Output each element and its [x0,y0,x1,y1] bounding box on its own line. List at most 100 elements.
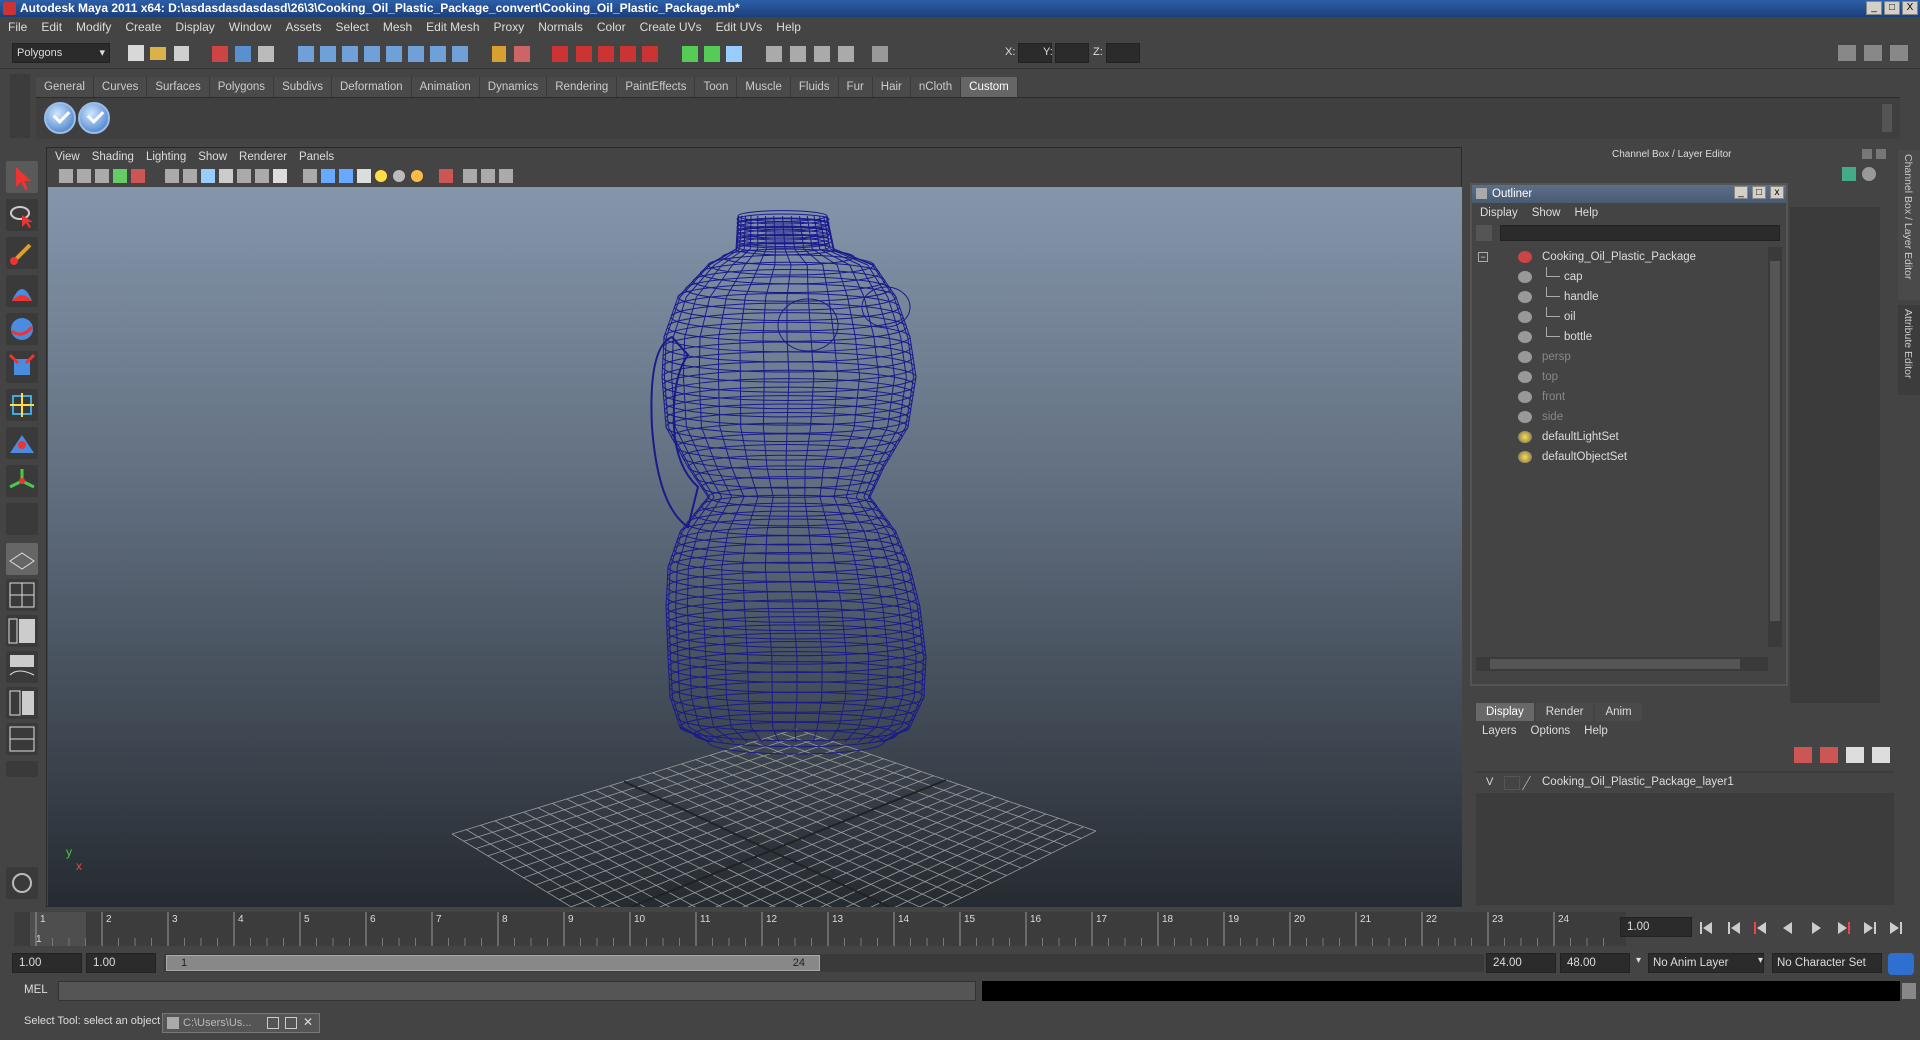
close-button[interactable]: X [1902,1,1918,15]
layer-menu-options[interactable]: Options [1531,725,1571,737]
playback-start-field[interactable]: 1.00 [86,953,156,973]
outliner-maximize-button[interactable]: □ [1752,186,1766,199]
custom-shelf-check-icon[interactable] [78,102,110,134]
maximize-icon[interactable] [285,1017,297,1029]
outliner-vertical-scrollbar[interactable] [1768,247,1782,647]
layer-visibility-toggle[interactable]: V [1486,776,1493,788]
taskbar-item[interactable]: C:\Users\Us... ✕ [162,1013,320,1033]
restore-icon[interactable] [267,1017,279,1029]
show-attribute-editor-icon[interactable] [1838,45,1856,61]
outliner-search-input[interactable] [1500,225,1780,241]
range-track[interactable]: 1 24 [164,954,1484,972]
layer-tab-anim[interactable]: Anim [1595,703,1642,721]
menu-proxy[interactable]: Proxy [494,20,525,34]
shelf-tab-animation[interactable]: Animation [411,77,480,97]
outliner-item[interactable]: side [1476,407,1766,427]
outliner-menu-display[interactable]: Display [1480,203,1518,223]
z-field[interactable] [1106,43,1140,63]
menu-assets[interactable]: Assets [285,20,321,34]
show-channel-box-icon[interactable] [1890,45,1908,61]
shelf-tab-custom[interactable]: Custom [961,77,1018,97]
scale-tool-icon[interactable] [6,351,38,383]
outliner-item[interactable]: defaultObjectSet [1476,447,1766,467]
shelf-tab-rendering[interactable]: Rendering [547,77,618,97]
move-tool-icon[interactable] [6,275,38,307]
outliner-item[interactable]: front [1476,387,1766,407]
y-field[interactable] [1055,43,1089,63]
viewport-menu-shading[interactable]: Shading [92,151,134,163]
outliner-minimize-button[interactable]: _ [1734,186,1748,199]
menu-help[interactable]: Help [776,20,801,34]
playback-end-field[interactable]: 24.00 [1486,953,1556,973]
maximize-button[interactable]: □ [1884,1,1900,15]
shelf-tab-surfaces[interactable]: Surfaces [147,77,210,97]
side-tab-attribute-editor[interactable]: Attribute Editor [1898,305,1920,395]
layer-menu-help[interactable]: Help [1584,725,1608,737]
shelf-tab-fur[interactable]: Fur [838,77,873,97]
current-frame-field[interactable]: 1.00 [1620,917,1692,937]
menu-window[interactable]: Window [229,20,272,34]
animation-end-field[interactable]: 48.00 [1560,953,1630,973]
float-panel-icon[interactable] [1862,149,1872,159]
menu-display[interactable]: Display [175,20,214,34]
outliner-title-bar[interactable]: Outliner _ □ x [1472,185,1786,203]
persp-outliner-layout-icon[interactable] [6,615,38,647]
toolbox-more-icon[interactable] [6,761,38,777]
soft-modification-tool-icon[interactable] [6,427,38,459]
custom-shelf-check-icon[interactable] [44,102,76,134]
create-layer-from-selected-icon[interactable] [1872,747,1890,763]
outliner-item[interactable]: top [1476,367,1766,387]
shelf-tab-curves[interactable]: Curves [93,77,148,97]
menu-create[interactable]: Create [125,20,161,34]
viewport-menu-panels[interactable]: Panels [299,151,334,163]
outliner-item[interactable]: cap [1476,267,1766,287]
auto-keyframe-icon[interactable] [1888,953,1914,975]
layer-tab-display[interactable]: Display [1476,703,1534,721]
menu-mesh[interactable]: Mesh [383,20,412,34]
menu-edit[interactable]: Edit [41,20,62,34]
menu-set-dropdown[interactable]: Polygons ▾ [12,43,110,63]
menu-create-uvs[interactable]: Create UVs [640,20,702,34]
shelf-tab-dynamics[interactable]: Dynamics [479,77,548,97]
shelf-menu-handle[interactable] [10,74,30,138]
persp-graph-layout-icon[interactable] [6,651,38,683]
single-perspective-layout-icon[interactable] [6,543,38,575]
outliner-menu-show[interactable]: Show [1532,203,1561,223]
viewport-menu-view[interactable]: View [55,151,80,163]
minimize-button[interactable]: _ [1866,1,1882,15]
move-layer-up-icon[interactable] [1794,747,1812,763]
viewport-menu-show[interactable]: Show [198,151,227,163]
persp-graph-outliner-layout-icon[interactable] [6,723,38,755]
close-panel-icon[interactable] [1876,149,1886,159]
menu-modify[interactable]: Modify [76,20,111,34]
range-handle[interactable]: 1 24 [166,955,820,971]
menu-select[interactable]: Select [335,20,368,34]
hypershade-layout-icon[interactable] [6,687,38,719]
create-empty-layer-icon[interactable] [1846,747,1864,763]
outliner-menu-help[interactable]: Help [1575,203,1599,223]
select-tool-icon[interactable] [6,161,38,193]
layer-editor-toggle-icon[interactable] [1842,167,1856,181]
manipulator-tool-icon[interactable] [6,389,38,421]
script-editor-icon[interactable] [1902,983,1916,999]
outliner-item[interactable]: Cooking_Oil_Plastic_Package [1476,247,1766,267]
layer-tab-render[interactable]: Render [1535,703,1594,721]
lasso-tool-icon[interactable] [6,199,38,231]
anim-layer-dropdown[interactable]: No Anim Layer [1648,953,1764,973]
shelf-scroll-icon[interactable] [1882,104,1892,132]
outliner-item[interactable]: bottle [1476,327,1766,347]
shelf-tab-polygons[interactable]: Polygons [209,77,275,97]
outliner-horizontal-scrollbar[interactable] [1476,657,1768,671]
last-tool-used-icon[interactable] [6,503,38,535]
viewport-canvas[interactable]: y x [48,187,1462,1010]
shelf-tab-fluids[interactable]: Fluids [790,77,839,97]
menu-file[interactable]: File [8,20,27,34]
shelf-tab-painteffects[interactable]: PaintEffects [617,77,696,97]
outliner-item[interactable]: handle [1476,287,1766,307]
shelf-tab-toon[interactable]: Toon [695,77,738,97]
viewport-menu-lighting[interactable]: Lighting [146,151,186,163]
outliner-item[interactable]: persp [1476,347,1766,367]
time-ruler[interactable]: 1 2 3 4 5 6 7 8 9 10 11 12 13 14 15 16 17 18 19 20 21 22 23 241 [14,912,1626,946]
outliner-item[interactable]: oil [1476,307,1766,327]
move-layer-down-icon[interactable] [1820,747,1838,763]
